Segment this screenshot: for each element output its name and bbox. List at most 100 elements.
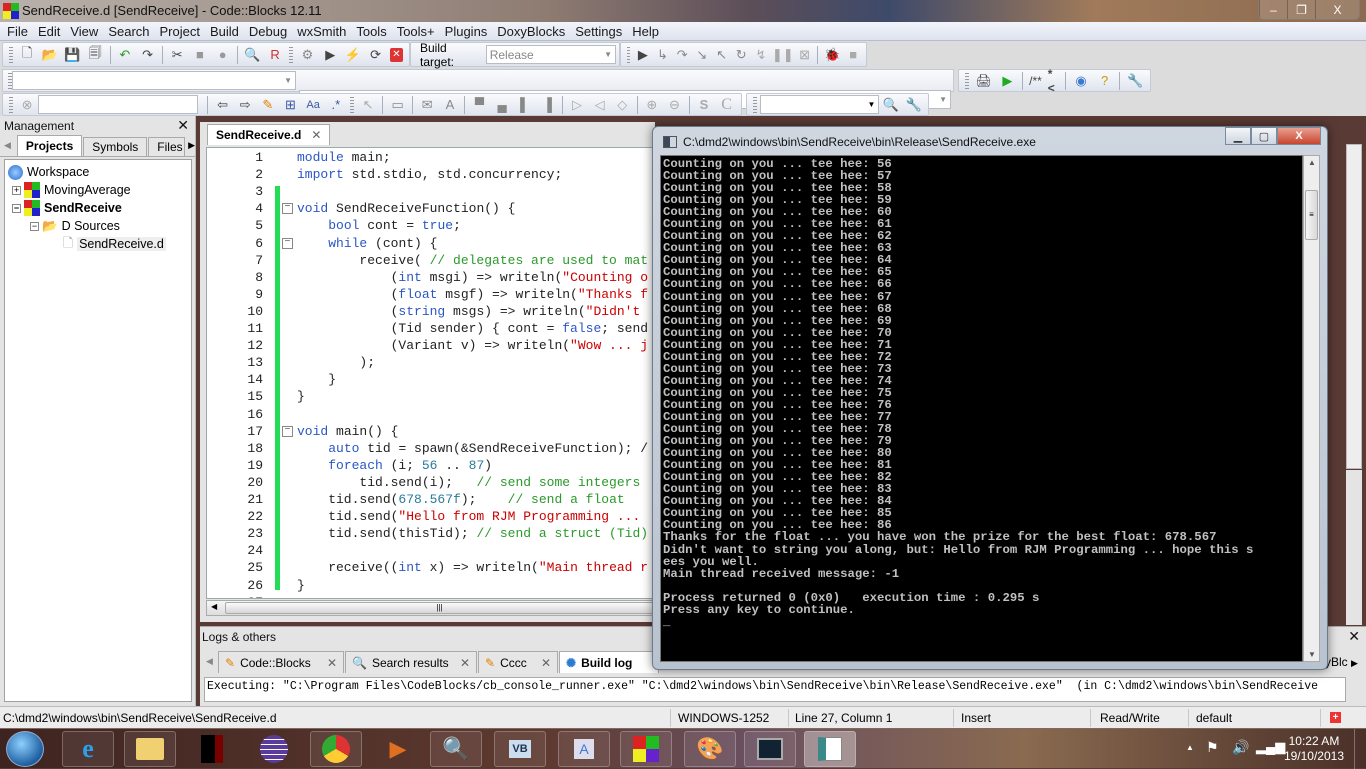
show-hidden-icons[interactable]: ▲ [1186,743,1194,752]
menu-debug[interactable]: Debug [246,24,294,39]
toolbar-grip[interactable] [627,46,631,63]
log-tab-codeblocks[interactable]: ✎ Code::Blocks ✕ [218,651,344,673]
paste-icon[interactable]: ● [214,46,231,64]
menu-settings[interactable]: Settings [572,24,629,39]
s-icon[interactable]: S [696,96,713,114]
taskbar-wordpad[interactable]: A [558,731,610,767]
envelope-icon[interactable]: ✉ [419,96,436,114]
doxywizard-icon[interactable]: 🖨 [975,72,993,90]
close-button[interactable]: X [1315,0,1359,19]
close-tab-icon[interactable]: ✕ [327,656,337,670]
toolbar-grip[interactable] [350,96,354,113]
menu-search[interactable]: Search [105,24,156,39]
tab-symbols[interactable]: Symbols [83,137,148,156]
taskbar-console-window[interactable] [804,731,856,767]
taskbar-media-player[interactable]: ▶ [372,731,424,767]
menu-file[interactable]: File [4,24,35,39]
align-top-icon[interactable]: ▀ [471,96,488,114]
step-out-icon[interactable]: ↖ [715,46,729,64]
shape-right-icon[interactable]: ▷ [569,96,586,114]
block-comment-button[interactable]: /** [1029,72,1042,90]
fold-toggle-icon[interactable]: − [282,425,293,437]
find-icon[interactable]: 🔍 [244,46,261,64]
toolbar-grip[interactable] [9,46,13,63]
console-scrollbar[interactable]: ▲ ≡ ▼ [1303,155,1320,662]
align-left-icon[interactable]: ▌ [516,96,533,114]
search-input[interactable] [38,95,199,114]
shape-left-icon[interactable]: ◁ [591,96,608,114]
show-desktop-button[interactable] [1354,729,1366,769]
taskbar-chrome[interactable] [310,731,362,767]
build-run-icon[interactable]: ⚡ [345,46,362,64]
close-tab-icon[interactable]: ✕ [541,656,551,670]
run-chm-icon[interactable]: ? [1096,72,1114,90]
highlight-icon[interactable]: ✎ [260,96,277,114]
run-to-cursor-icon[interactable]: ↳ [656,46,670,64]
taskbar-eclipse[interactable] [248,731,300,767]
debug-windows-icon[interactable]: 🐞 [824,46,840,64]
run-icon[interactable]: ▶ [322,46,339,64]
tree-item-sendreceive[interactable]: − SendReceive [12,199,122,217]
log-tab-cccc[interactable]: ✎ Cccc ✕ [478,651,558,673]
tab-files[interactable]: Files [148,137,186,156]
system-clock[interactable]: 10:22 AM 19/10/2013 [1284,734,1344,764]
console-output[interactable]: Counting on you ... tee hee: 56 Counting … [660,155,1303,662]
symbol-search-select[interactable]: ▼ [759,95,880,114]
close-tab-icon[interactable]: ✕ [460,656,470,670]
menu-tools[interactable]: Tools [353,24,393,39]
menu-plugins[interactable]: Plugins [442,24,495,39]
logs-scroll-left-icon[interactable]: ◀ [206,656,213,667]
log-tab-overflow[interactable]: yBlc ▶ [1325,655,1358,669]
undo-icon[interactable]: ↶ [117,46,134,64]
minimize-button[interactable]: – [1259,0,1287,19]
menu-doxyblocks[interactable]: DoxyBlocks [494,24,572,39]
menu-edit[interactable]: Edit [35,24,67,39]
toolbar-grip[interactable] [289,46,294,63]
fold-toggle-icon[interactable]: − [282,237,293,249]
zoom-out-icon[interactable]: ⊖ [666,96,683,114]
menu-view[interactable]: View [67,24,105,39]
taskbar-internet-explorer[interactable]: e [62,731,114,767]
log-tab-build-log[interactable]: ✺ Build log [559,651,659,673]
menu-help[interactable]: Help [629,24,666,39]
tree-item-movingaverage[interactable]: + MovingAverage [12,181,131,199]
new-file-icon[interactable]: 🗋 [19,45,36,64]
close-tab-icon[interactable]: ✕ [311,128,321,142]
close-panel-icon[interactable]: ✕ [177,117,189,134]
build-gear-icon[interactable]: ⚙ [299,46,316,64]
scope-select[interactable]: ▼ [12,71,296,90]
code-editor[interactable]: 1 module main; 2 import std.stdio, std.conc… [206,147,655,599]
collapse-icon[interactable]: − [30,221,39,231]
tree-item-workspace[interactable]: Workspace [8,163,89,181]
scroll-down-icon[interactable]: ▼ [1308,650,1316,659]
tree-item-sendreceive-d[interactable]: 🗋 SendReceive.d [63,235,166,253]
taskbar-search[interactable]: 🔍 [430,731,482,767]
run-html-icon[interactable]: ◉ [1072,72,1090,90]
align-right-icon[interactable]: ▐ [539,96,556,114]
status-error-icon[interactable]: + [1330,712,1341,723]
network-signal-icon[interactable]: ▂▄▆ [1256,739,1285,755]
clear-search-icon[interactable]: ⊗ [19,96,36,114]
next-line-icon[interactable]: ↷ [675,46,689,64]
pointer-icon[interactable]: ↖ [360,96,377,114]
tab-scroll-right-icon[interactable]: ▶ [188,140,195,151]
extract-docs-icon[interactable]: ▶ [999,72,1017,90]
volume-icon[interactable]: 🔊 [1232,739,1249,756]
align-bottom-icon[interactable]: ▄ [494,96,511,114]
next-instruction-icon[interactable]: ↻ [734,46,748,64]
stop-debug-icon[interactable]: ⊠ [798,46,812,64]
taskbar-codeblocks[interactable] [620,731,672,767]
fold-toggle-icon[interactable]: − [282,203,293,215]
scrollbar-thumb[interactable]: ≡ [1305,190,1318,240]
taskbar-terminal-app[interactable] [186,731,238,767]
log-tab-search-results[interactable]: 🔍 Search results ✕ [345,651,477,673]
taskbar-paint[interactable]: 🎨 [684,731,736,767]
cut-icon[interactable]: ✂ [169,46,186,64]
search-icon[interactable]: 🔍 [882,96,899,114]
tab-scroll-left-icon[interactable]: ◀ [4,140,11,151]
menu-project[interactable]: Project [157,24,207,39]
taskbar-visual-basic[interactable]: VB [494,731,546,767]
open-folder-icon[interactable]: 📂 [41,46,58,64]
zoom-in-icon[interactable]: ⊕ [643,96,660,114]
menu-wxsmith[interactable]: wxSmith [294,24,353,39]
